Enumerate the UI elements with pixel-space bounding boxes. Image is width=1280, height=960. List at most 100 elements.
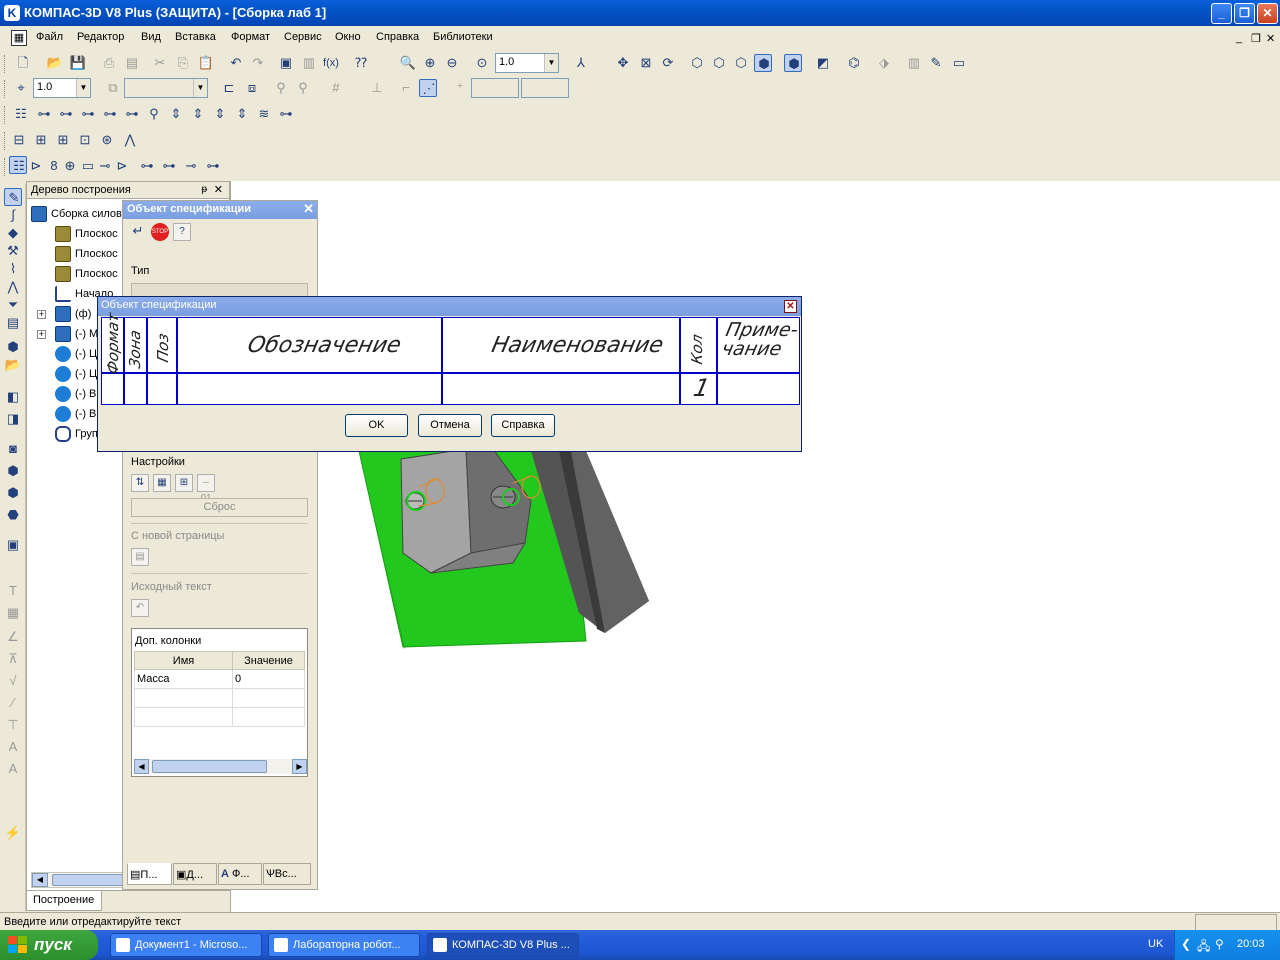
manager-icon[interactable]: ▣ [277, 54, 295, 72]
zoom-in-icon[interactable]: ⊕ [421, 54, 439, 72]
cell-name[interactable]: Масса [134, 669, 233, 689]
source-text-icon[interactable]: ↶ [131, 599, 149, 617]
spec-line-icon[interactable]: ▭ [79, 157, 97, 175]
paste-icon[interactable]: 📋 [197, 54, 215, 72]
group-component-icon[interactable]: ⬣ [4, 506, 22, 524]
display-icon[interactable]: ▭ [950, 54, 968, 72]
clock[interactable]: 20:03 [1237, 938, 1265, 950]
cell-qty[interactable]: 1 [691, 374, 712, 402]
ortho-icon[interactable]: ⊥ [368, 79, 386, 97]
round-icon[interactable]: ⌐ [397, 79, 415, 97]
doc-restore-button[interactable]: ❐ [1251, 32, 1261, 45]
menu-window[interactable]: Окно [335, 31, 361, 43]
annotation-icon[interactable]: ⚡ [4, 824, 22, 842]
close-icon[interactable]: ✕ [784, 300, 797, 313]
curves-icon[interactable]: ∫ [4, 206, 22, 224]
spec-list-icon[interactable]: ☷ [12, 105, 30, 123]
toolbar-grip[interactable] [4, 55, 7, 73]
scroll-right-icon[interactable]: ▶ [292, 759, 307, 774]
step-icon[interactable]: ⌖ [12, 79, 30, 97]
tray-expand-icon[interactable]: ❮ [1181, 937, 1191, 951]
base-icon[interactable]: ⊤ [4, 716, 22, 734]
expand-icon[interactable]: + [37, 310, 46, 319]
spec-add-icon[interactable]: ⊶ [57, 105, 75, 123]
tab-properties[interactable]: ▤П... [127, 863, 172, 885]
menu-insert[interactable]: Вставка [175, 31, 216, 43]
column-header-name[interactable]: Имя [134, 651, 233, 670]
spec-link-icon[interactable]: ⊶ [101, 105, 119, 123]
help-button[interactable]: Справка [491, 414, 555, 437]
start-button[interactable]: пуск [0, 930, 98, 960]
spec-center-icon[interactable]: ⊕ [61, 157, 79, 175]
language-indicator[interactable]: UK [1148, 938, 1163, 950]
rotate-component-icon[interactable]: ⊛ [98, 131, 116, 149]
reset-button[interactable]: Сброс [131, 498, 308, 517]
zoom-out-icon[interactable]: ⊖ [443, 54, 461, 72]
spec-part2-icon[interactable]: ⊶ [160, 157, 178, 175]
orientation-plane-icon[interactable]: ⧈ [243, 79, 261, 97]
clip-icon[interactable]: ⌇ [4, 260, 22, 278]
spec-pin-icon[interactable]: ⚲ [145, 105, 163, 123]
rough-icon[interactable]: √ [4, 672, 22, 690]
check-collision-icon[interactable]: ⌬ [845, 54, 863, 72]
spec-section-icon[interactable]: ☷ [9, 156, 27, 174]
table-row[interactable]: Масса 0 [134, 669, 305, 689]
chevron-down-icon[interactable]: ▼ [76, 79, 90, 97]
menu-format[interactable]: Формат [231, 31, 270, 43]
column-header-value[interactable]: Значение [232, 651, 305, 670]
dimension-icon[interactable]: ⊼ [4, 650, 22, 668]
move-component-icon[interactable]: ⊡ [76, 131, 94, 149]
scroll-left-icon[interactable]: ◀ [134, 759, 149, 774]
hidden-lines-icon[interactable]: ⬡ [710, 54, 728, 72]
table-row[interactable] [134, 688, 305, 708]
surfaces-icon[interactable]: ◆ [4, 224, 22, 242]
pin-icon[interactable]: ᵽ [201, 184, 207, 195]
cell-pos[interactable] [148, 374, 176, 404]
open-part-icon[interactable]: 📂 [4, 356, 22, 374]
fit-all-icon[interactable]: ⊠ [637, 54, 655, 72]
doc-close-button[interactable]: ✕ [1266, 32, 1275, 45]
help-pointer-icon[interactable]: ⁇ [352, 54, 370, 72]
minimize-button[interactable]: _ [1211, 3, 1232, 24]
spec-screw-icon[interactable]: ⇕ [211, 105, 229, 123]
cell-name[interactable] [134, 688, 233, 708]
spec-part4-icon[interactable]: ⊶ [204, 157, 222, 175]
cell-value[interactable] [232, 688, 305, 708]
menu-view[interactable]: Вид [141, 31, 161, 43]
expand-icon[interactable]: + [37, 330, 46, 339]
extrude-icon[interactable]: ◧ [4, 388, 22, 406]
sort-icon[interactable]: ⇅ [131, 474, 149, 492]
layer-combo[interactable]: ▼ [124, 78, 208, 98]
orientation-icon[interactable]: ⅄ [572, 54, 590, 72]
pan-icon[interactable]: ✥ [614, 54, 632, 72]
local-cs-icon[interactable]: ⊏ [220, 79, 238, 97]
menu-service[interactable]: Сервис [284, 31, 322, 43]
number-icon[interactable]: ‒01 [197, 474, 215, 504]
table-icon[interactable]: ▦ [4, 604, 22, 622]
grid-icon[interactable]: # [327, 79, 345, 97]
spec-nut-icon[interactable]: ⇕ [189, 105, 207, 123]
new-page-icon[interactable]: ▤ [131, 548, 149, 566]
task-word[interactable]: Документ1 - Microso... [110, 933, 262, 957]
close-icon[interactable]: ✕ [303, 201, 314, 217]
stop-icon[interactable]: STOP [151, 223, 169, 241]
scroll-left-icon[interactable]: ◀ [32, 873, 48, 887]
cell-name[interactable] [443, 374, 679, 404]
table-row[interactable] [134, 707, 305, 727]
mark-icon[interactable]: A [4, 760, 22, 778]
maximize-button[interactable]: ❐ [1234, 3, 1255, 24]
cell-value[interactable]: 0 [232, 669, 305, 689]
mate-icon[interactable]: ⬗ [875, 54, 893, 72]
save-icon[interactable]: 💾 [69, 54, 87, 72]
text-icon[interactable]: T [4, 582, 22, 600]
ok-button[interactable]: OK [345, 414, 408, 437]
tab-format[interactable]: A Ф... [218, 863, 262, 885]
spec-dim-icon[interactable]: ⊸ [96, 157, 114, 175]
task-lab-doc[interactable]: Лабораторна робот... [268, 933, 420, 957]
halftone-icon[interactable]: ⬢ [754, 54, 772, 72]
tree-item-part[interactable]: (ф) [55, 305, 91, 323]
attributes-icon[interactable]: ✎ [927, 54, 945, 72]
scroll-thumb[interactable] [152, 760, 267, 773]
fastener-part-icon[interactable]: ⊞ [54, 131, 72, 149]
wireframe-icon[interactable]: ⬡ [688, 54, 706, 72]
